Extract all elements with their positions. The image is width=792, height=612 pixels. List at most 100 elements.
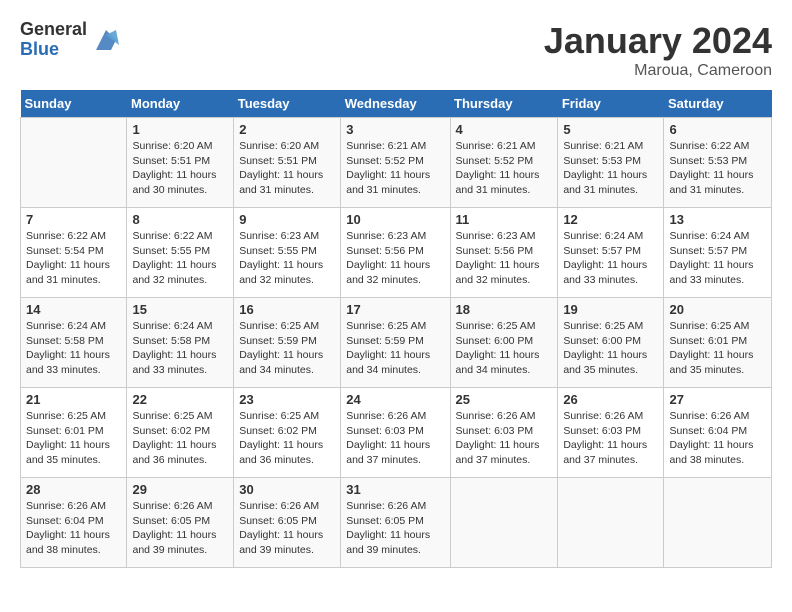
day-number: 10: [346, 212, 444, 227]
calendar-week-row: 1 Sunrise: 6:20 AM Sunset: 5:51 PM Daylig…: [21, 118, 772, 208]
day-number: 20: [669, 302, 766, 317]
day-info: Sunrise: 6:21 AM Sunset: 5:52 PM Dayligh…: [456, 139, 553, 198]
weekday-header: Saturday: [664, 90, 772, 118]
weekday-header: Monday: [127, 90, 234, 118]
day-info: Sunrise: 6:26 AM Sunset: 6:05 PM Dayligh…: [346, 499, 444, 558]
day-number: 12: [563, 212, 658, 227]
day-info: Sunrise: 6:26 AM Sunset: 6:05 PM Dayligh…: [239, 499, 335, 558]
calendar-cell: 11Sunrise: 6:23 AM Sunset: 5:56 PM Dayli…: [450, 208, 558, 298]
calendar-cell: 28 Sunrise: 6:26 AM Sunset: 6:04 PM Dayli…: [21, 478, 127, 568]
day-info: Sunrise: 6:22 AM Sunset: 5:55 PM Dayligh…: [132, 229, 228, 288]
calendar-cell: 14 Sunrise: 6:24 AM Sunset: 5:58 PM Dayli…: [21, 298, 127, 388]
day-info: Sunrise: 6:23 AM Sunset: 5:55 PM Dayligh…: [239, 229, 335, 288]
day-info: Sunrise: 6:25 AM Sunset: 6:01 PM Dayligh…: [26, 409, 121, 468]
day-number: 19: [563, 302, 658, 317]
day-number: 17: [346, 302, 444, 317]
day-number: 16: [239, 302, 335, 317]
day-info: Sunrise: 6:23 AM Sunset: 5:56 PM Dayligh…: [346, 229, 444, 288]
day-number: 30: [239, 482, 335, 497]
day-number: 6: [669, 122, 766, 137]
day-number: 29: [132, 482, 228, 497]
calendar-cell: 29 Sunrise: 6:26 AM Sunset: 6:05 PM Dayli…: [127, 478, 234, 568]
day-number: 28: [26, 482, 121, 497]
calendar-cell: 25 Sunrise: 6:26 AM Sunset: 6:03 PM Dayli…: [450, 388, 558, 478]
calendar-title: January 2024: [544, 20, 772, 62]
day-info: Sunrise: 6:26 AM Sunset: 6:05 PM Dayligh…: [132, 499, 228, 558]
weekday-header: Tuesday: [234, 90, 341, 118]
day-number: 8: [132, 212, 228, 227]
calendar-cell: 27 Sunrise: 6:26 AM Sunset: 6:04 PM Dayli…: [664, 388, 772, 478]
calendar-cell: 8 Sunrise: 6:22 AM Sunset: 5:55 PM Daylig…: [127, 208, 234, 298]
calendar-cell: 12 Sunrise: 6:24 AM Sunset: 5:57 PM Dayli…: [558, 208, 664, 298]
weekday-header: Friday: [558, 90, 664, 118]
day-info: Sunrise: 6:26 AM Sunset: 6:03 PM Dayligh…: [346, 409, 444, 468]
calendar-cell: 7Sunrise: 6:22 AM Sunset: 5:54 PM Daylig…: [21, 208, 127, 298]
day-number: 14: [26, 302, 121, 317]
calendar-cell: 5 Sunrise: 6:21 AM Sunset: 5:53 PM Daylig…: [558, 118, 664, 208]
calendar-cell: 1 Sunrise: 6:20 AM Sunset: 5:51 PM Daylig…: [127, 118, 234, 208]
day-info: Sunrise: 6:25 AM Sunset: 6:01 PM Dayligh…: [669, 319, 766, 378]
day-info: Sunrise: 6:24 AM Sunset: 5:57 PM Dayligh…: [669, 229, 766, 288]
calendar-cell: 6 Sunrise: 6:22 AM Sunset: 5:53 PM Daylig…: [664, 118, 772, 208]
title-block: January 2024 Maroua, Cameroon: [544, 20, 772, 80]
calendar-cell: 21 Sunrise: 6:25 AM Sunset: 6:01 PM Dayli…: [21, 388, 127, 478]
logo: General Blue: [20, 20, 121, 60]
calendar-cell: 17 Sunrise: 6:25 AM Sunset: 5:59 PM Dayli…: [341, 298, 450, 388]
day-info: Sunrise: 6:22 AM Sunset: 5:53 PM Dayligh…: [669, 139, 766, 198]
day-number: 5: [563, 122, 658, 137]
weekday-header: Thursday: [450, 90, 558, 118]
day-number: 27: [669, 392, 766, 407]
day-info: Sunrise: 6:26 AM Sunset: 6:03 PM Dayligh…: [563, 409, 658, 468]
day-number: 21: [26, 392, 121, 407]
day-number: 13: [669, 212, 766, 227]
day-info: Sunrise: 6:25 AM Sunset: 6:00 PM Dayligh…: [456, 319, 553, 378]
day-info: Sunrise: 6:25 AM Sunset: 6:02 PM Dayligh…: [239, 409, 335, 468]
day-info: Sunrise: 6:26 AM Sunset: 6:03 PM Dayligh…: [456, 409, 553, 468]
day-info: Sunrise: 6:21 AM Sunset: 5:52 PM Dayligh…: [346, 139, 444, 198]
day-number: 11: [456, 212, 553, 227]
day-info: Sunrise: 6:20 AM Sunset: 5:51 PM Dayligh…: [132, 139, 228, 198]
weekday-header-row: SundayMondayTuesdayWednesdayThursdayFrid…: [21, 90, 772, 118]
day-info: Sunrise: 6:25 AM Sunset: 5:59 PM Dayligh…: [239, 319, 335, 378]
calendar-cell: 19 Sunrise: 6:25 AM Sunset: 6:00 PM Dayli…: [558, 298, 664, 388]
calendar-cell: 9Sunrise: 6:23 AM Sunset: 5:55 PM Daylig…: [234, 208, 341, 298]
calendar-cell: 24 Sunrise: 6:26 AM Sunset: 6:03 PM Dayli…: [341, 388, 450, 478]
day-info: Sunrise: 6:26 AM Sunset: 6:04 PM Dayligh…: [26, 499, 121, 558]
day-info: Sunrise: 6:26 AM Sunset: 6:04 PM Dayligh…: [669, 409, 766, 468]
calendar-cell: 23 Sunrise: 6:25 AM Sunset: 6:02 PM Dayli…: [234, 388, 341, 478]
day-number: 1: [132, 122, 228, 137]
calendar-cell: [450, 478, 558, 568]
calendar-cell: 13 Sunrise: 6:24 AM Sunset: 5:57 PM Dayli…: [664, 208, 772, 298]
day-number: 25: [456, 392, 553, 407]
logo-blue: Blue: [20, 40, 87, 60]
day-info: Sunrise: 6:24 AM Sunset: 5:58 PM Dayligh…: [26, 319, 121, 378]
page-header: General Blue January 2024 Maroua, Camero…: [20, 20, 772, 80]
day-number: 23: [239, 392, 335, 407]
day-number: 3: [346, 122, 444, 137]
day-info: Sunrise: 6:21 AM Sunset: 5:53 PM Dayligh…: [563, 139, 658, 198]
weekday-header: Sunday: [21, 90, 127, 118]
calendar-cell: 26 Sunrise: 6:26 AM Sunset: 6:03 PM Dayli…: [558, 388, 664, 478]
calendar-cell: [21, 118, 127, 208]
calendar-week-row: 21 Sunrise: 6:25 AM Sunset: 6:01 PM Dayli…: [21, 388, 772, 478]
day-info: Sunrise: 6:24 AM Sunset: 5:57 PM Dayligh…: [563, 229, 658, 288]
calendar-cell: 22Sunrise: 6:25 AM Sunset: 6:02 PM Dayli…: [127, 388, 234, 478]
day-number: 24: [346, 392, 444, 407]
day-number: 18: [456, 302, 553, 317]
day-number: 15: [132, 302, 228, 317]
day-info: Sunrise: 6:25 AM Sunset: 6:02 PM Dayligh…: [132, 409, 228, 468]
day-number: 4: [456, 122, 553, 137]
day-number: 31: [346, 482, 444, 497]
day-info: Sunrise: 6:25 AM Sunset: 5:59 PM Dayligh…: [346, 319, 444, 378]
calendar-subtitle: Maroua, Cameroon: [544, 62, 772, 80]
calendar-cell: 4 Sunrise: 6:21 AM Sunset: 5:52 PM Daylig…: [450, 118, 558, 208]
day-info: Sunrise: 6:25 AM Sunset: 6:00 PM Dayligh…: [563, 319, 658, 378]
day-number: 26: [563, 392, 658, 407]
calendar-cell: 16 Sunrise: 6:25 AM Sunset: 5:59 PM Dayli…: [234, 298, 341, 388]
calendar-cell: 3 Sunrise: 6:21 AM Sunset: 5:52 PM Daylig…: [341, 118, 450, 208]
calendar-cell: 2Sunrise: 6:20 AM Sunset: 5:51 PM Daylig…: [234, 118, 341, 208]
day-info: Sunrise: 6:24 AM Sunset: 5:58 PM Dayligh…: [132, 319, 228, 378]
calendar-cell: 10 Sunrise: 6:23 AM Sunset: 5:56 PM Dayli…: [341, 208, 450, 298]
calendar-cell: [558, 478, 664, 568]
calendar-table: SundayMondayTuesdayWednesdayThursdayFrid…: [20, 90, 772, 568]
